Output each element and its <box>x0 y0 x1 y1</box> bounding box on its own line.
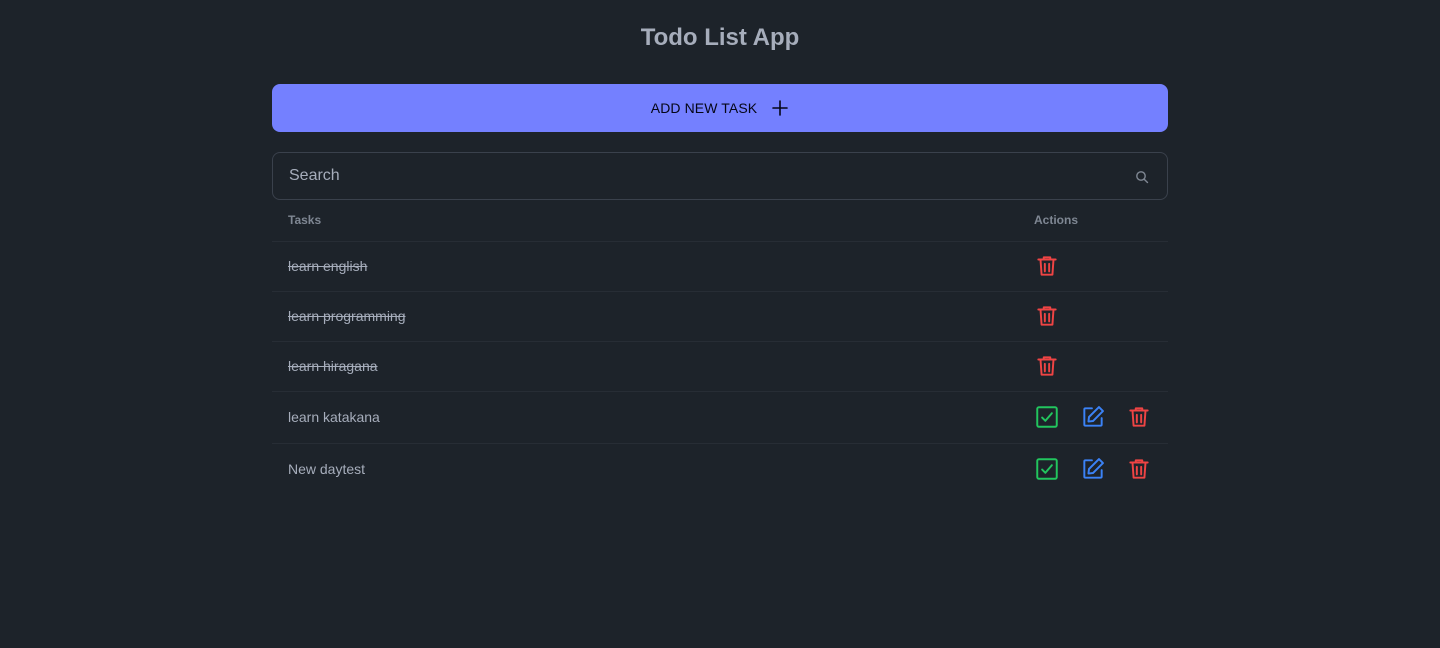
trash-icon <box>1129 459 1149 479</box>
task-text: learn english <box>288 258 368 274</box>
table-row: learn hiragana <box>272 341 1168 392</box>
task-text: learn hiragana <box>288 358 378 374</box>
trash-icon <box>1037 256 1057 276</box>
trash-icon <box>1037 356 1057 376</box>
table-header-row: Tasks Actions <box>272 200 1168 242</box>
complete-button[interactable] <box>1034 404 1060 430</box>
add-new-task-button[interactable]: ADD NEW TASK <box>272 84 1168 132</box>
column-header-actions: Actions <box>1018 200 1168 242</box>
table-row: learn english <box>272 241 1168 292</box>
table-row: New daytest <box>272 443 1168 495</box>
delete-button[interactable] <box>1126 404 1152 430</box>
table-row: learn katakana <box>272 391 1168 444</box>
table-row: learn programming <box>272 291 1168 342</box>
edit-button[interactable] <box>1080 456 1106 482</box>
check-square-icon <box>1036 406 1058 428</box>
task-text: learn programming <box>288 308 406 324</box>
check-square-icon <box>1036 458 1058 480</box>
task-text: learn katakana <box>288 409 380 425</box>
search-icon[interactable] <box>1135 170 1149 184</box>
trash-icon <box>1129 407 1149 427</box>
plus-icon <box>771 99 789 117</box>
search-input[interactable] <box>273 153 1167 199</box>
edit-button[interactable] <box>1080 404 1106 430</box>
tasks-table: Tasks Actions learn english learn progra… <box>272 200 1168 495</box>
task-text: New daytest <box>288 461 366 478</box>
main-container: ADD NEW TASK Tasks Actions learn english <box>272 84 1168 495</box>
edit-icon <box>1083 458 1104 479</box>
delete-button[interactable] <box>1034 303 1060 329</box>
delete-button[interactable] <box>1034 353 1060 379</box>
delete-button[interactable] <box>1126 456 1152 482</box>
page-title: Todo List App <box>640 24 800 51</box>
complete-button[interactable] <box>1034 456 1060 482</box>
add-new-task-label: ADD NEW TASK <box>650 100 758 116</box>
delete-button[interactable] <box>1034 253 1060 279</box>
column-header-tasks: Tasks <box>272 200 1018 242</box>
edit-icon <box>1083 406 1104 427</box>
search-box <box>272 152 1168 200</box>
trash-icon <box>1037 306 1057 326</box>
